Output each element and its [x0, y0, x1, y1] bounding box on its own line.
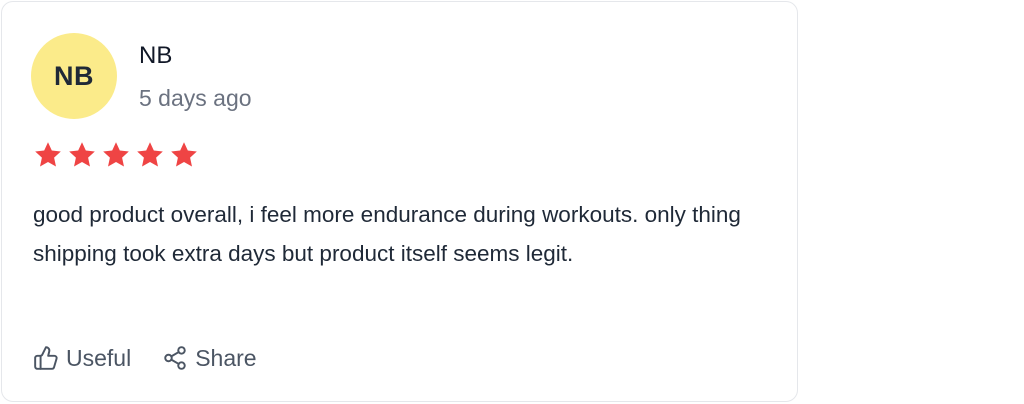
review-timestamp: 5 days ago: [139, 85, 252, 111]
review-card: NB NB 5 days ago good product overall, i…: [1, 1, 798, 402]
star-icon: [171, 142, 197, 167]
share-icon: [162, 345, 188, 371]
star-icon: [103, 142, 129, 167]
avatar: NB: [31, 33, 117, 119]
star-icon: [35, 142, 61, 167]
star-icon: [69, 142, 95, 167]
useful-label: Useful: [66, 344, 132, 371]
reviewer-name: NB: [139, 42, 173, 69]
review-actions: Useful Share: [33, 340, 257, 376]
review-text: good product overall, i feel more endura…: [33, 202, 741, 266]
star-rating: [33, 140, 199, 170]
share-button[interactable]: Share: [162, 344, 257, 372]
star-icon: [137, 142, 163, 167]
useful-button[interactable]: Useful: [33, 345, 131, 372]
thumbs-up-icon: [33, 345, 59, 371]
share-label: Share: [195, 344, 257, 371]
